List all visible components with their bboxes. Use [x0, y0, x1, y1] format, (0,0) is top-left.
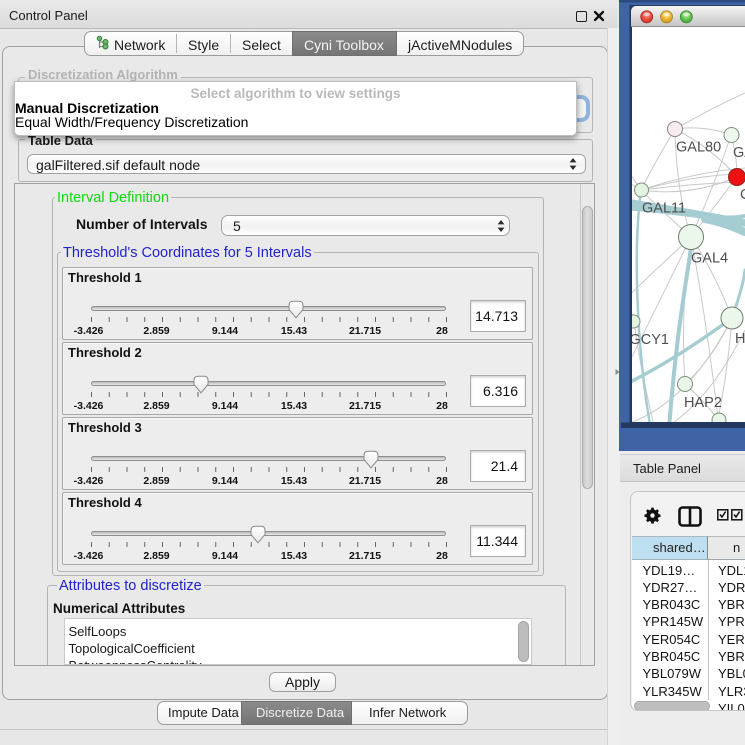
svg-text:GA: GA: [733, 145, 745, 161]
svg-text:GAL11: GAL11: [642, 201, 686, 217]
svg-text:GAL4: GAL4: [691, 251, 728, 267]
svg-text:C: C: [740, 187, 745, 203]
svg-text:GAL80: GAL80: [676, 140, 721, 156]
svg-text:GCY1: GCY1: [630, 332, 670, 348]
svg-text:H: H: [735, 331, 745, 347]
svg-text:HAP2: HAP2: [684, 395, 722, 411]
